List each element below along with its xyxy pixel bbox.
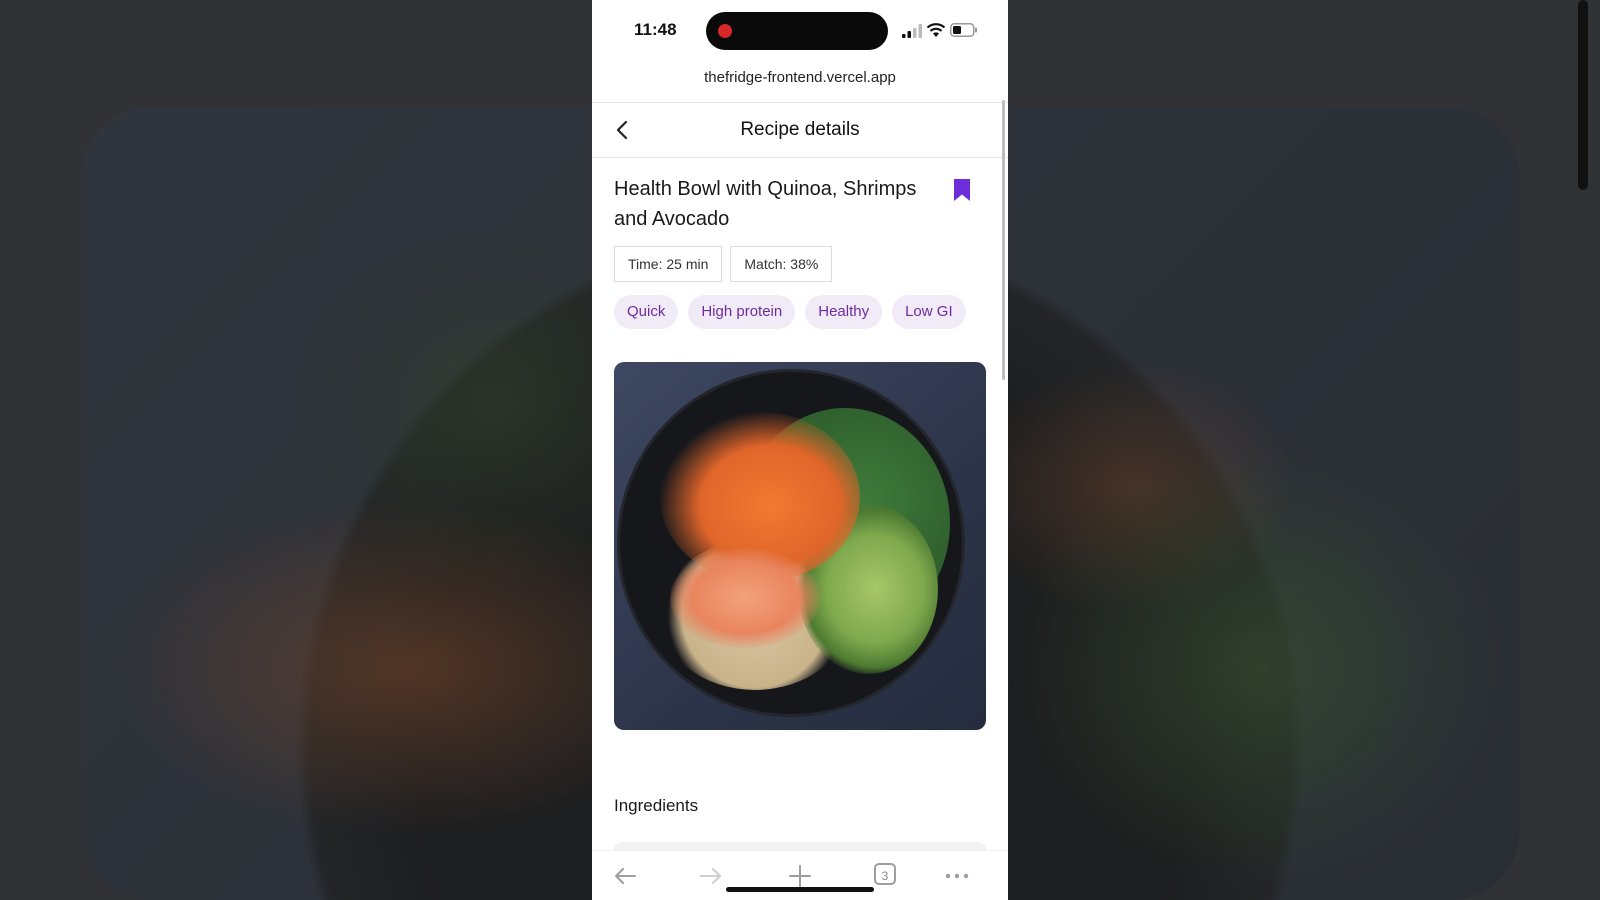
wifi-icon	[926, 23, 946, 37]
arrow-right-icon[interactable]	[696, 861, 726, 891]
match-badge: Match: 38%	[730, 246, 833, 282]
tabs-icon[interactable]: 3	[874, 863, 896, 885]
tag-low-gi[interactable]: Low GI	[892, 295, 966, 329]
tag-quick[interactable]: Quick	[614, 295, 679, 329]
recording-indicator-icon	[718, 24, 732, 38]
arrow-left-icon[interactable]	[610, 861, 640, 891]
browser-toolbar: 3	[592, 850, 1008, 900]
battery-icon	[950, 23, 977, 37]
meta-row: Time: 25 min Match: 38%	[614, 246, 833, 282]
page-scrollbar[interactable]	[1002, 100, 1005, 380]
phone-screen: 11:48 thefridge-frontend.vercel.app Reci…	[592, 0, 1008, 900]
tags-row: Quick High protein Healthy Low GI	[614, 295, 966, 329]
bowl-image	[620, 372, 962, 714]
page-header: Recipe details	[592, 102, 1008, 158]
more-icon[interactable]	[942, 861, 972, 891]
chevron-left-icon[interactable]	[610, 117, 636, 143]
bookmark-icon[interactable]	[952, 178, 972, 202]
recipe-photo	[614, 362, 986, 730]
signal-icon	[902, 24, 922, 38]
outer-scrollbar[interactable]	[1578, 0, 1588, 190]
page-title: Recipe details	[740, 119, 860, 140]
shrimp-image	[670, 548, 820, 648]
tag-high-protein[interactable]: High protein	[688, 295, 796, 329]
recipe-title: Health Bowl with Quinoa, Shrimps and Avo…	[614, 178, 917, 230]
home-indicator[interactable]	[726, 887, 874, 892]
time-badge: Time: 25 min	[614, 246, 723, 282]
tag-healthy[interactable]: Healthy	[805, 295, 883, 329]
ingredients-heading: Ingredients	[614, 796, 699, 815]
status-time: 11:48	[634, 20, 677, 39]
dynamic-island	[706, 12, 888, 50]
url-bar[interactable]: thefridge-frontend.vercel.app	[592, 62, 1008, 102]
status-bar: 11:48	[592, 0, 1008, 62]
